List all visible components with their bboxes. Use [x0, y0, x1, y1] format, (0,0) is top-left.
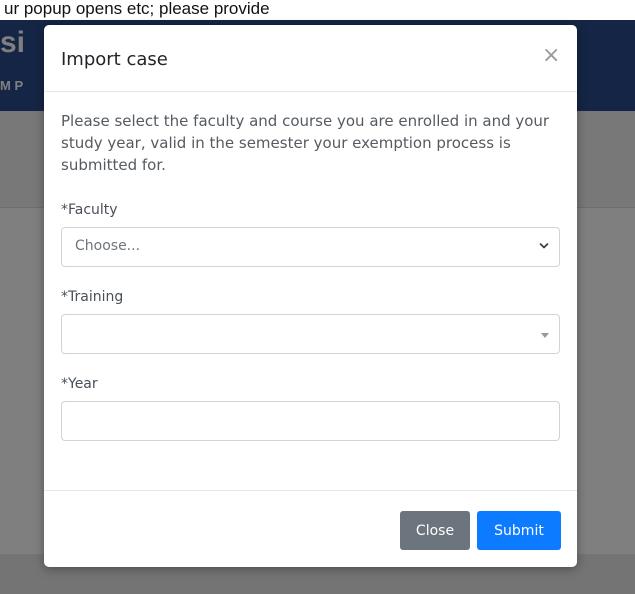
- modal-body: Please select the faculty and course you…: [44, 92, 577, 441]
- training-label: *Training: [61, 289, 124, 305]
- faculty-select-value: Choose...: [75, 238, 141, 254]
- close-icon[interactable]: ×: [542, 45, 560, 67]
- submit-button[interactable]: Submit: [477, 511, 561, 550]
- modal-title: Import case: [61, 49, 168, 70]
- intro-text: Please select the faculty and course you…: [61, 112, 550, 174]
- year-label: *Year: [61, 376, 98, 392]
- faculty-select[interactable]: Choose...: [61, 227, 560, 267]
- modal-header: Import case ×: [44, 25, 577, 92]
- close-button[interactable]: Close: [400, 511, 470, 550]
- background-text: ur popup opens etc; please provide: [4, 0, 270, 18]
- caret-down-icon: [541, 333, 549, 338]
- import-case-modal: Import case × Please select the faculty …: [44, 25, 577, 567]
- year-input[interactable]: [61, 401, 560, 441]
- training-select[interactable]: [61, 314, 560, 354]
- faculty-label: *Faculty: [61, 202, 118, 218]
- modal-footer: Close Submit: [44, 490, 577, 567]
- chevron-down-icon: [539, 243, 549, 249]
